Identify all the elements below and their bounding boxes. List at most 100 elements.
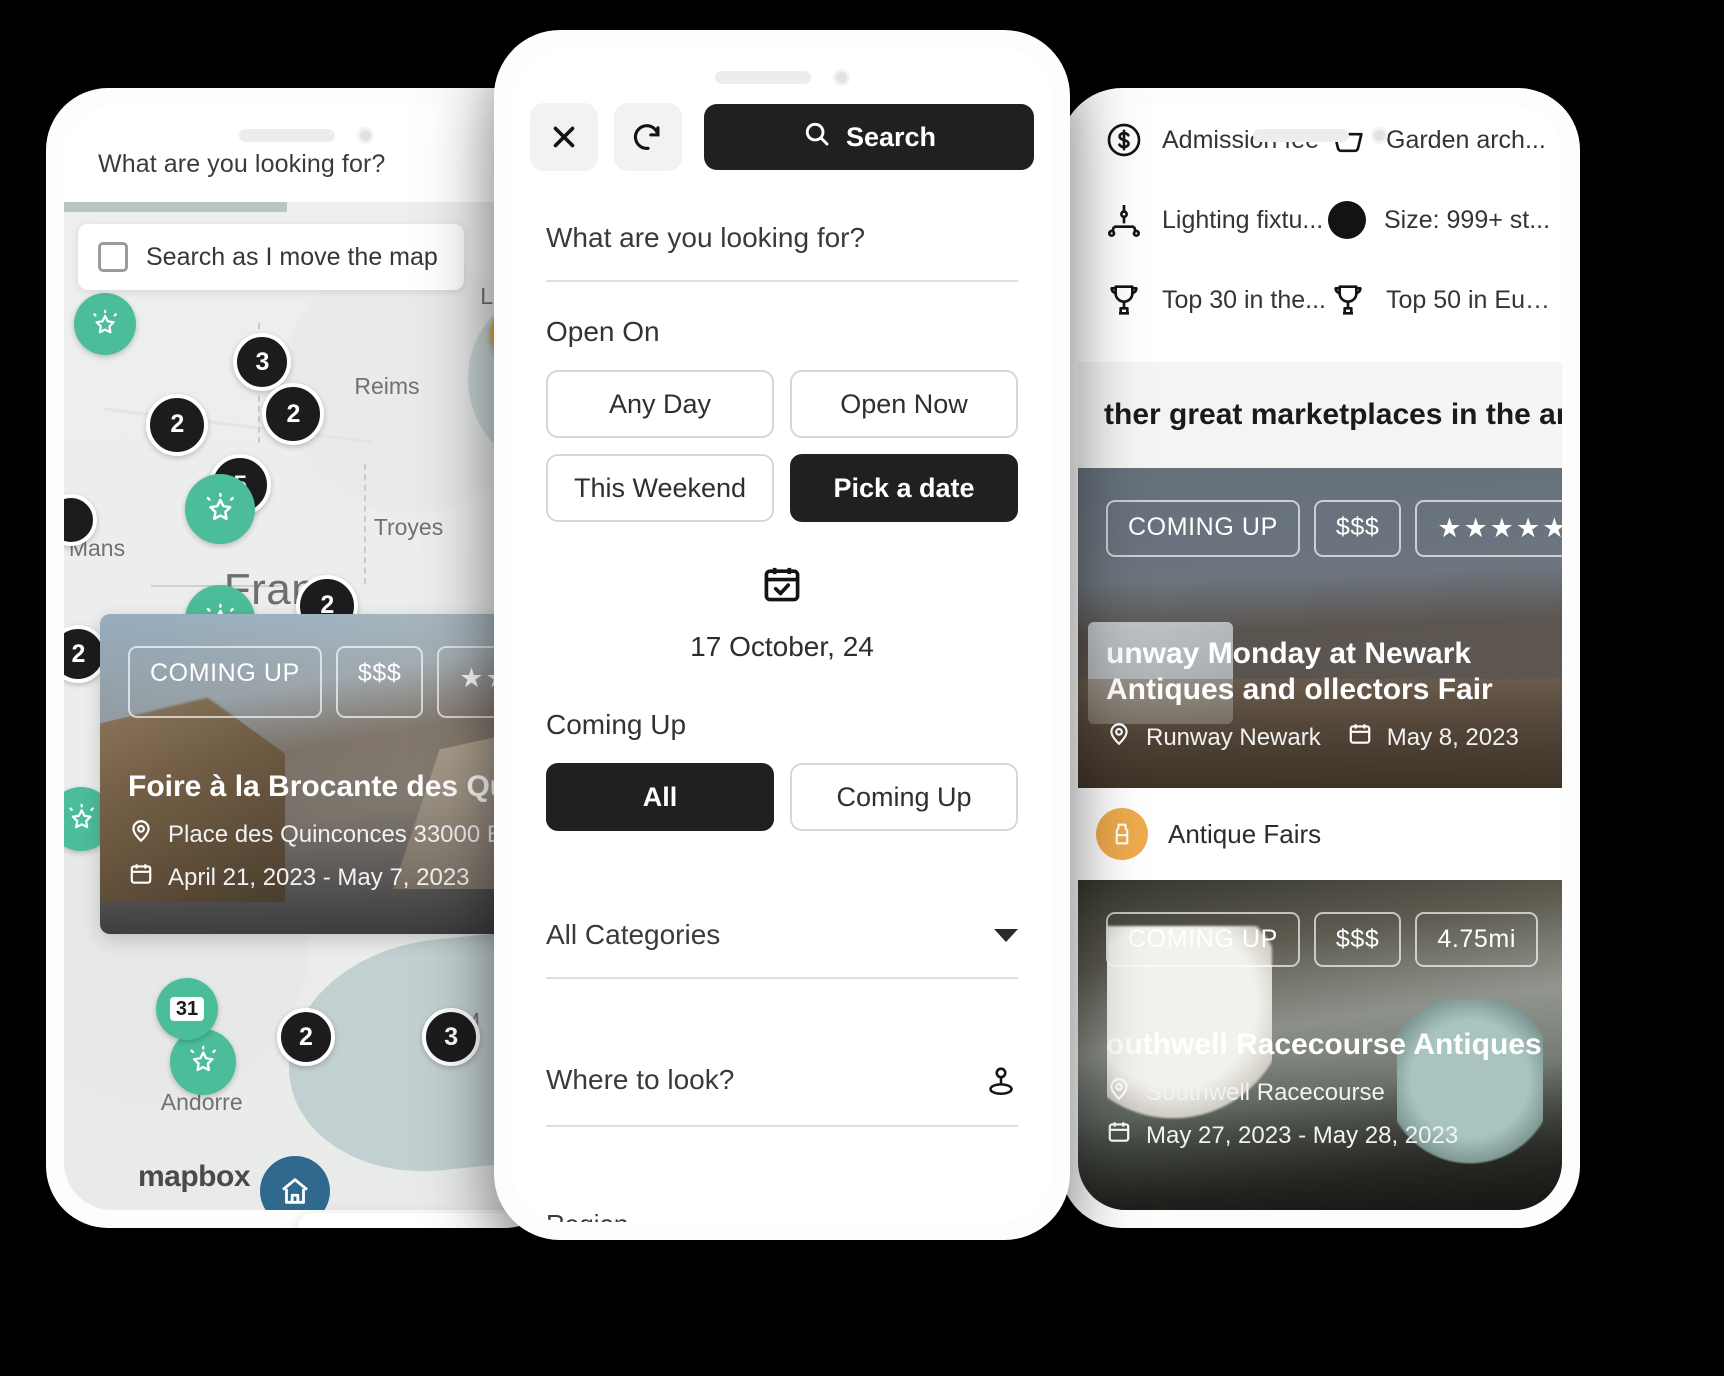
screenshot-stage: What are you looking for? Fil Lux Reims … xyxy=(0,0,1724,1376)
search-icon xyxy=(802,119,832,156)
chevron-down-icon[interactable] xyxy=(994,928,1018,942)
dot-icon xyxy=(1328,201,1366,239)
card-date: May 8, 2023 xyxy=(1386,723,1519,751)
card-chips: COMING UP $$$ ★★★★★ 1.18mi xyxy=(1106,500,1562,557)
categories-field-controls xyxy=(994,928,1018,942)
section-title: ther great marketplaces in the area xyxy=(1104,398,1562,431)
status-badge: COMING UP xyxy=(1106,912,1300,967)
search-as-i-move-checkbox[interactable] xyxy=(98,242,128,272)
event-card-chips: COMING UP $$$ ★★★★⯪ xyxy=(128,646,548,718)
attribute-label: Top 30 in the... xyxy=(1162,285,1327,314)
marketplace-card-newark[interactable]: COMING UP $$$ ★★★★★ 1.18mi unway Monday … xyxy=(1078,468,1562,788)
open-on-group: Open On Any Day Open Now This Weekend Pi… xyxy=(546,316,1018,663)
search-button-label: Search xyxy=(845,121,937,152)
region-field[interactable]: Region Europe xyxy=(546,1175,1018,1222)
keyword-search-field[interactable]: What are you looking for? xyxy=(546,188,1018,282)
close-icon[interactable] xyxy=(530,103,598,171)
nearby-section-header: ther great marketplaces in the area xyxy=(1078,362,1562,468)
price-badge: $$$ xyxy=(1313,500,1402,557)
calendar-icon xyxy=(128,861,154,894)
phone-left-map-view: What are you looking for? Fil Lux Reims … xyxy=(46,88,566,1228)
map-pin-featured[interactable] xyxy=(73,292,136,355)
use-my-location-icon[interactable] xyxy=(984,1061,1018,1099)
coming-up-options: All Coming Up xyxy=(546,763,1018,831)
marketplace-card-southwell[interactable]: COMING UP $$$ 4.75mi outhwell Racecourse… xyxy=(1078,880,1562,1210)
event-card-body: Foire à la Brocante des Quinconc Place d… xyxy=(128,770,548,904)
attribute-label: Top 50 in Eur... xyxy=(1386,285,1552,314)
attribute-size: Size: 999+ st... xyxy=(1328,200,1552,240)
left-search-placeholder: What are you looking for? xyxy=(98,149,386,178)
status-badge: COMING UP xyxy=(1106,500,1300,557)
card-body: outhwell Racecourse Antiques Market Sout… xyxy=(1106,1028,1542,1162)
phone-center-filter-panel: Search What are you looking for? Open On… xyxy=(494,30,1070,1240)
search-as-i-move-label: Search as I move the map xyxy=(146,242,438,271)
where-to-look-field[interactable]: Where to look? xyxy=(546,1027,1018,1127)
phone-right-detail-view: Admission fee Garden arch... Lighting fi… xyxy=(1060,88,1580,1228)
rating-badge: ★★★★★ xyxy=(1415,500,1562,557)
card-date: May 27, 2023 - May 28, 2023 xyxy=(1146,1121,1459,1149)
antique-icon xyxy=(1096,808,1148,860)
list-view-button[interactable]: List view xyxy=(298,1213,524,1228)
map-pin-cluster[interactable]: 2 xyxy=(146,393,209,456)
map-label-reims: Reims xyxy=(354,373,420,400)
status-notch-center xyxy=(512,66,1052,88)
open-on-this-weekend[interactable]: This Weekend xyxy=(546,454,774,522)
notch-camera xyxy=(832,68,850,86)
card-chips: COMING UP $$$ 4.75mi xyxy=(1106,912,1539,967)
region-label: Region xyxy=(546,1209,1018,1222)
map-pin-featured[interactable] xyxy=(185,474,255,545)
attribute-garden-arch: Garden arch... xyxy=(1328,120,1552,160)
event-location: Place des Quinconces 33000 Bordeaux xyxy=(168,820,548,848)
price-badge: $$$ xyxy=(1313,912,1402,967)
notch-speaker xyxy=(714,70,811,84)
selected-date-display[interactable]: 17 October, 24 xyxy=(546,562,1018,663)
map-pin-cluster[interactable]: 2 xyxy=(276,1008,335,1067)
card-title: outhwell Racecourse Antiques Market xyxy=(1106,1028,1542,1061)
refresh-icon[interactable] xyxy=(614,103,682,171)
map-label-troyes: Troyes xyxy=(373,514,444,541)
where-to-look-label: Where to look? xyxy=(546,1064,735,1095)
event-title: Foire à la Brocante des Quinconc xyxy=(128,770,548,803)
open-on-pick-a-date[interactable]: Pick a date xyxy=(790,454,1018,522)
open-on-open-now[interactable]: Open Now xyxy=(790,370,1018,438)
coming-up-all[interactable]: All xyxy=(546,763,774,831)
card-venue: Southwell Racecourse xyxy=(1146,1078,1385,1106)
map-event-card[interactable]: COMING UP $$$ ★★★★⯪ Foire à la Brocante … xyxy=(100,614,548,934)
event-dates: April 21, 2023 - May 7, 2023 xyxy=(168,863,470,891)
map-pin-date[interactable] xyxy=(155,978,218,1041)
trophy-icon xyxy=(1328,280,1368,320)
open-on-options: Any Day Open Now This Weekend Pick a dat… xyxy=(546,370,1018,522)
card-meta-row: Runway Newark May 8, 2023 xyxy=(1106,721,1542,754)
attribute-label: Garden arch... xyxy=(1386,125,1546,154)
keyword-search-placeholder: What are you looking for? xyxy=(546,222,866,253)
right-screen: Admission fee Garden arch... Lighting fi… xyxy=(1078,106,1562,1210)
card-body: unway Monday at Newark Antiques and olle… xyxy=(1106,636,1542,764)
attribute-top-50: Top 50 in Eur... xyxy=(1328,280,1552,320)
filter-form: What are you looking for? Open On Any Da… xyxy=(512,188,1052,1222)
calendar-icon xyxy=(1106,1119,1132,1152)
categories-field[interactable]: All Categories xyxy=(546,885,1018,979)
basket-icon xyxy=(1328,120,1368,160)
card-venue: Runway Newark xyxy=(1146,723,1321,751)
coming-up-coming-up[interactable]: Coming Up xyxy=(790,763,1018,831)
coming-up-group: Coming Up All Coming Up xyxy=(546,709,1018,831)
attribute-lighting-fixtures: Lighting fixtu... xyxy=(1104,200,1328,240)
attribute-label: Admission fee xyxy=(1162,125,1320,154)
trophy-icon xyxy=(1104,280,1144,320)
category-row[interactable]: Antique Fairs xyxy=(1078,788,1562,880)
left-search-bar[interactable]: What are you looking for? Fil xyxy=(64,126,548,202)
open-on-title: Open On xyxy=(546,316,660,347)
search-as-i-move-toggle[interactable]: Search as I move the map xyxy=(78,224,464,290)
filter-top-bar: Search xyxy=(512,96,1052,178)
calendar-icon xyxy=(1347,721,1373,754)
center-screen: Search What are you looking for? Open On… xyxy=(512,48,1052,1222)
open-on-any-day[interactable]: Any Day xyxy=(546,370,774,438)
lighting-icon xyxy=(1104,200,1144,240)
attribute-top-30: Top 30 in the... xyxy=(1104,280,1328,320)
attribute-label: Lighting fixtu... xyxy=(1162,205,1324,234)
map-pin-icon xyxy=(1106,1076,1132,1109)
selected-date-text: 17 October, 24 xyxy=(690,631,874,662)
dollar-circle-icon xyxy=(1104,120,1144,160)
mapbox-attribution[interactable]: mapbox xyxy=(138,1160,251,1194)
search-button[interactable]: Search xyxy=(704,104,1034,170)
